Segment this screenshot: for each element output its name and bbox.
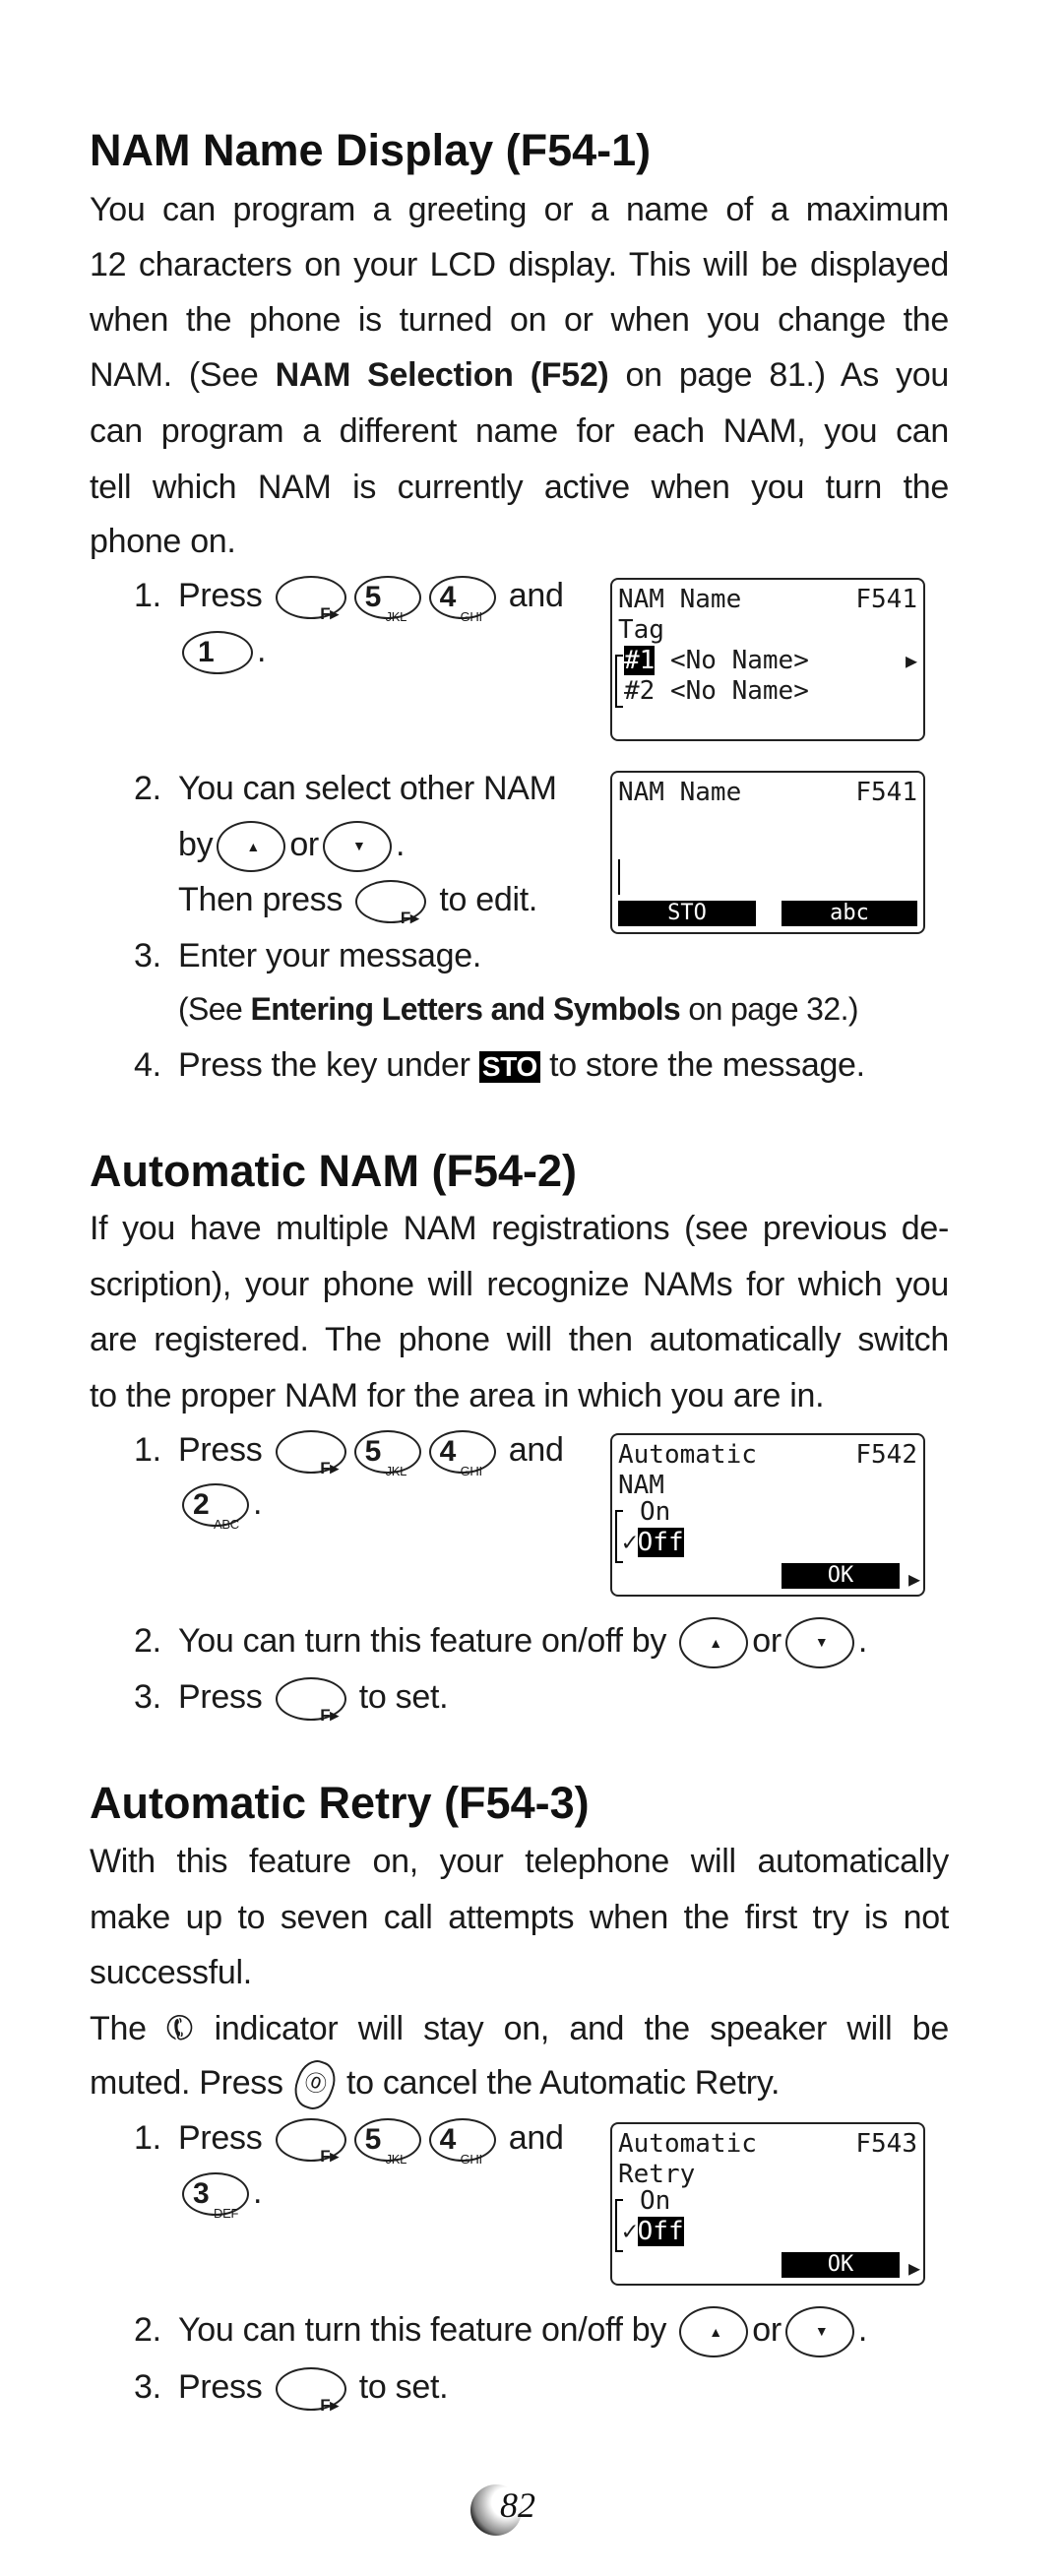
manual-page: NAM Name Display (F54-1) You can program…: [0, 0, 1063, 2576]
page-number: 82: [470, 2481, 535, 2536]
function-key-icon: F▸: [275, 1430, 346, 1477]
lcd-code: F541: [855, 585, 917, 614]
lcd-option-on: On: [640, 2186, 671, 2216]
lcd-option-off-selected: Off: [637, 2217, 684, 2246]
step-1-cont: 1.: [178, 623, 266, 678]
function-key-icon: F▸: [275, 2118, 346, 2166]
step-1: 1. Press F▸ 5 JKL 4 GHI and: [134, 568, 564, 624]
lcd-line: Tag: [618, 615, 664, 645]
sto-softkey-label: STO: [478, 1051, 540, 1084]
down-key-icon: ▼: [322, 821, 392, 873]
para-line: when the phone is turned on or when you …: [90, 301, 949, 339]
text: Press: [178, 577, 263, 614]
para-line: successful.: [90, 1954, 252, 1991]
step-1-cont: 2 ABC.: [178, 1476, 262, 1532]
lcd-screen-f542: Automatic F542 NAM On ✓Off OK ▶: [610, 1433, 925, 1597]
para-line: You can program a greeting or a name of …: [90, 191, 949, 228]
lcd-item: #2: [624, 676, 656, 706]
lcd-title: Automatic: [618, 2129, 757, 2159]
text: on page 81.) As you: [608, 356, 950, 394]
para-line: tell which NAM is currently active when …: [90, 469, 949, 506]
lcd-screen-f543: Automatic F543 Retry On ✓Off OK ▶: [610, 2122, 925, 2286]
lcd-screen-f541-list: NAM Name F541 Tag #1 <No Name> ▶ #2 <No Na…: [610, 578, 925, 741]
heading-automatic-retry: Automatic Retry (F54-3): [90, 1778, 590, 1828]
para-line: The ✆ indicator will stay on, and the sp…: [90, 2001, 949, 2056]
right-arrow-icon: ▶: [905, 649, 917, 672]
lcd-title: NAM Name: [618, 778, 742, 807]
lcd-code: F543: [855, 2129, 917, 2159]
lcd-code: F542: [855, 1440, 917, 1470]
softkey-abc: abc: [782, 901, 917, 926]
key-5-icon: 5 JKL: [353, 1430, 421, 1478]
lcd-title: NAM Name: [618, 585, 742, 614]
para-line: scription), your phone will recognize NA…: [90, 1266, 949, 1303]
down-key-icon: ▼: [784, 2306, 854, 2358]
page-number-text: 82: [500, 2485, 535, 2525]
step-2: 2. You can turn this feature on/off by ▲ o…: [134, 2302, 867, 2358]
check-icon: ✓: [622, 2217, 638, 2246]
step-1: 1. Press F▸ 5 JKL 4 GHI and: [134, 1430, 564, 1479]
ref-nam-selection: NAM Selection (F52): [275, 356, 609, 394]
check-icon: ✓: [622, 1528, 638, 1557]
step-2: 2. You can select other NAM: [134, 770, 557, 807]
step-2-cont: by ▲ or ▼.: [178, 817, 405, 873]
lcd-selected-item: #1: [624, 646, 656, 675]
para-line: 12 characters on your LCD display. This …: [90, 246, 949, 283]
lcd-title: Automatic: [618, 1440, 757, 1470]
right-arrow-icon: ▶: [907, 2256, 920, 2280]
para-line: NAM. (See NAM Selection (F52) on page 81…: [90, 347, 949, 403]
para-line: make up to seven call attempts when the …: [90, 1899, 949, 1936]
softkey-ok: OK: [782, 1563, 900, 1589]
up-key-icon: ▲: [217, 821, 286, 873]
function-key-icon: F▸: [355, 880, 427, 927]
key-4-icon: 4 GHI: [428, 576, 496, 624]
lcd-option-off-selected: Off: [637, 1528, 684, 1557]
key-5-icon: 5 JKL: [353, 2118, 421, 2167]
step-4: 4. Press the key under STO to store the m…: [134, 1046, 865, 1084]
up-key-icon: ▲: [679, 2306, 749, 2358]
see-reference: (See Entering Letters and Symbols on pag…: [178, 991, 859, 1027]
key-4-icon: 4 GHI: [428, 1430, 496, 1478]
right-arrow-icon: ▶: [907, 1567, 920, 1591]
text-cursor: [618, 859, 620, 895]
para-line: muted. Press ⓪ to cancel the Automatic R…: [90, 2055, 949, 2115]
down-key-icon: ▼: [784, 1617, 854, 1669]
softkey-sto: STO: [618, 901, 756, 926]
step-2: 2. You can turn this feature on/off by ▲ o…: [134, 1613, 867, 1669]
key-3-icon: 3 DEF: [182, 2172, 249, 2221]
lcd-option-on: On: [640, 1497, 671, 1527]
step-1-cont: 3 DEF.: [178, 2165, 262, 2221]
para-line: If you have multiple NAM registrations (…: [90, 1210, 949, 1247]
step-1: 1. Press F▸ 5 JKL 4 GHI and: [134, 2118, 564, 2168]
step-3: 3. Press F▸ to set.: [134, 2367, 449, 2416]
para-line: to the proper NAM for the area in which …: [90, 1377, 825, 1414]
lcd-screen-f541-edit: NAM Name F541 STO abc: [610, 771, 925, 934]
handset-indicator-icon: ✆: [158, 2005, 202, 2052]
end-key-icon: ⓪: [288, 2055, 342, 2115]
key-1-icon: 1: [182, 631, 253, 675]
step-3: 3. Press F▸ to set.: [134, 1677, 449, 1726]
text: and: [508, 577, 564, 614]
function-key-icon: F▸: [275, 1677, 346, 1725]
heading-nam-name-display: NAM Name Display (F54-1): [90, 125, 652, 175]
up-key-icon: ▲: [679, 1617, 749, 1669]
step-number: 1.: [134, 577, 161, 614]
function-key-icon: F▸: [275, 576, 346, 623]
function-key-icon: F▸: [275, 2367, 346, 2415]
softkey-ok: OK: [782, 2252, 900, 2278]
para-line: With this feature on, your telephone wil…: [90, 1843, 949, 1880]
para-line: phone on.: [90, 523, 236, 560]
para-line: can program a different name for each NA…: [90, 412, 949, 450]
lcd-code: F541: [855, 778, 917, 807]
key-2-icon: 2 ABC: [182, 1483, 249, 1532]
step-2-then: Then press F▸ to edit.: [178, 880, 538, 928]
key-4-icon: 4 GHI: [428, 2118, 496, 2167]
text: NAM. (See: [90, 356, 276, 394]
heading-automatic-nam: Automatic NAM (F54-2): [90, 1146, 578, 1196]
step-3: 3. Enter your message.: [134, 937, 482, 974]
key-5-icon: 5 JKL: [353, 576, 421, 624]
para-line: are registered. The phone will then auto…: [90, 1321, 949, 1358]
